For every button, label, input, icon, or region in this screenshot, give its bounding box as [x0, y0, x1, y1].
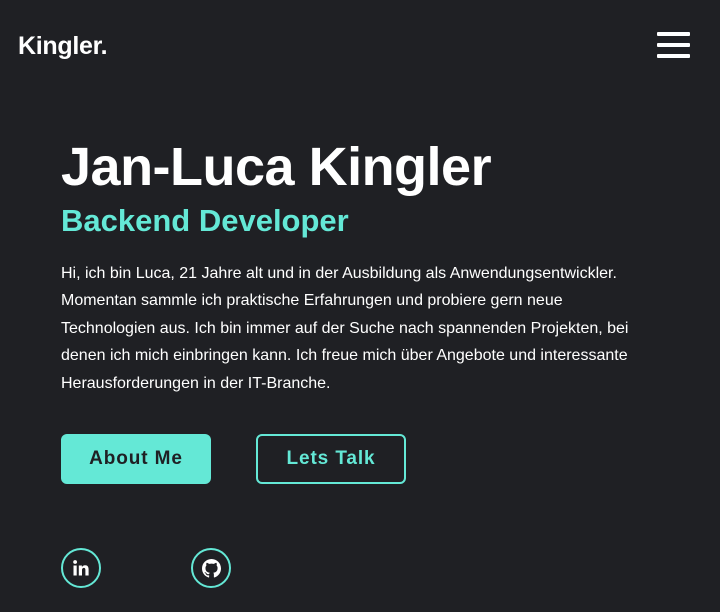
hero-role: Backend Developer	[61, 203, 349, 238]
hamburger-menu-icon[interactable]	[656, 31, 691, 61]
navbar: Kingler.	[0, 0, 720, 92]
linkedin-link[interactable]	[61, 548, 101, 588]
page: Kingler. Jan-Luca Kingler Backend Develo…	[0, 0, 720, 612]
lets-talk-button[interactable]: Lets Talk	[256, 434, 406, 484]
github-icon	[201, 558, 221, 578]
menu-bar-middle	[657, 43, 690, 47]
linkedin-icon	[73, 560, 89, 576]
github-link[interactable]	[191, 548, 231, 588]
hero-name: Jan-Luca Kingler	[61, 137, 492, 197]
about-me-button[interactable]: About Me	[61, 434, 211, 484]
hero-intro: Hi, ich bin Luca, 21 Jahre alt und in de…	[61, 265, 629, 392]
hero-section: Jan-Luca Kingler Backend Developer Hi, i…	[61, 134, 661, 397]
menu-bar-bottom	[657, 54, 690, 58]
site-logo[interactable]: Kingler.	[18, 30, 108, 62]
menu-bar-top	[657, 32, 690, 36]
